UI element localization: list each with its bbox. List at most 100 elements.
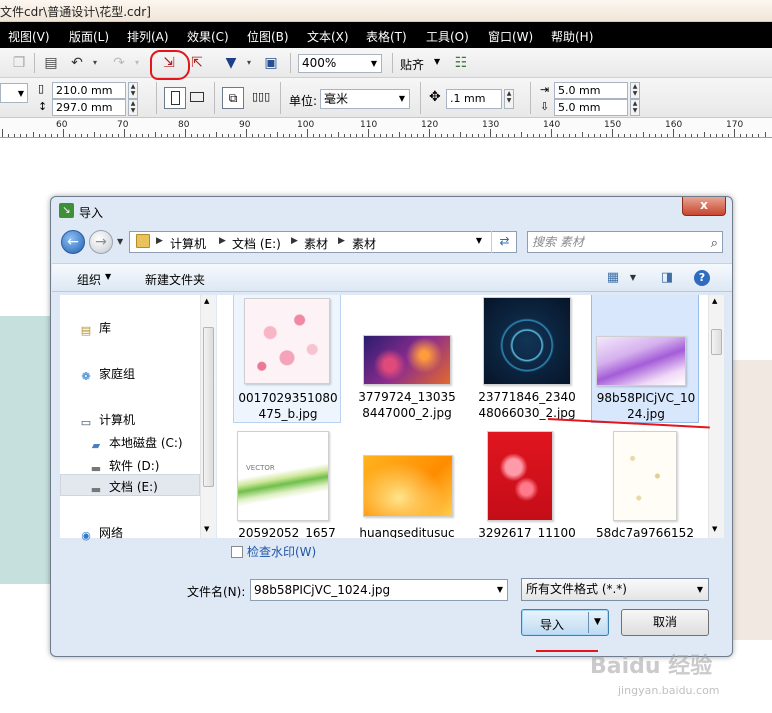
scroll-down-icon[interactable]: ▼ (204, 525, 209, 533)
search-input[interactable]: 搜索 素材 ⌕ (527, 231, 723, 253)
menu-tools[interactable]: 工具(O) (426, 28, 469, 45)
chevron-down-icon[interactable]: ▼ (434, 57, 440, 66)
new-folder-button[interactable]: 新建文件夹 (145, 271, 205, 288)
menu-view[interactable]: 视图(V) (8, 28, 50, 45)
breadcrumb-arrow-icon[interactable]: ▶ (291, 236, 298, 246)
nav-scrollbar[interactable]: ▲ ▼ (200, 295, 216, 538)
nav-item-drive-e[interactable]: ▬ 文档 (E:) (88, 478, 158, 497)
filename-label: 文件名(N): (187, 585, 246, 599)
scroll-down-icon[interactable]: ▼ (712, 525, 717, 533)
redo-dropdown-icon[interactable]: ▾ (128, 54, 146, 72)
duplicate-x-spinner[interactable]: ▲ ▼ (630, 82, 640, 99)
close-button[interactable]: x (682, 197, 726, 216)
width-spinner[interactable]: ▲ ▼ (128, 82, 138, 99)
landscape-icon[interactable] (190, 92, 204, 102)
file-item-selected[interactable]: 98b58PICjVC_10 24.jpg (591, 295, 699, 423)
height-spinner[interactable]: ▲ ▼ (128, 99, 138, 116)
menu-table[interactable]: 表格(T) (366, 28, 407, 45)
undo-icon[interactable]: ↶ (68, 54, 86, 72)
check-watermark-checkbox[interactable]: 检查水印(W) (231, 543, 316, 560)
portrait-button[interactable] (164, 87, 186, 109)
breadcrumb-drive-e[interactable]: 文档 (E:) (232, 235, 281, 252)
options-icon[interactable]: ☷ (452, 54, 470, 72)
organize-button[interactable]: 组织 (77, 271, 101, 288)
back-button[interactable]: ← (61, 230, 85, 254)
unit-select[interactable]: 毫米 ▼ (320, 89, 410, 109)
scroll-up-icon[interactable]: ▲ (712, 297, 717, 305)
publish-dropdown-icon[interactable]: ▾ (240, 54, 258, 72)
nav-item-homegroup[interactable]: ❁ 家庭组 (78, 365, 135, 384)
cancel-button[interactable]: 取消 (621, 609, 709, 636)
file-item[interactable]: 3292617_11100 (473, 431, 581, 538)
current-page-icon[interactable]: ▯▯▯ (252, 90, 270, 103)
scrollbar-thumb[interactable] (203, 327, 214, 487)
zoom-select[interactable]: 400% ▼ (298, 54, 382, 73)
undo-dropdown-icon[interactable]: ▾ (86, 54, 104, 72)
address-bar[interactable]: ▶ 计算机 ▶ 文档 (E:) ▶ 素材 ▶ 素材 ▼ (129, 231, 517, 253)
paper-type-select[interactable]: ▼ (0, 83, 28, 103)
file-item[interactable]: 0017029351080 475_b.jpg (233, 295, 341, 423)
ruler-tick (93, 132, 95, 137)
file-type-select[interactable]: 所有文件格式 (*.*) ▼ (521, 578, 709, 601)
menu-window[interactable]: 窗口(W) (488, 28, 533, 45)
nudge-field[interactable]: .1 mm (446, 89, 502, 109)
file-item[interactable]: 58dc7a9766152 (591, 431, 699, 538)
file-item[interactable]: 23771846_2340 48066030_2.jpg (473, 295, 581, 423)
ruler-tick (746, 134, 748, 137)
duplicate-y-field[interactable]: 5.0 mm (554, 99, 628, 116)
scrollbar-thumb[interactable] (711, 329, 722, 355)
copy-icon[interactable]: ❐ (10, 54, 28, 72)
paste-icon[interactable]: ▤ (42, 54, 60, 72)
scroll-up-icon[interactable]: ▲ (204, 297, 209, 305)
forward-button[interactable]: → (89, 230, 113, 254)
nav-item-drive-c[interactable]: ▰ 本地磁盘 (C:) (88, 434, 183, 453)
breadcrumb-arrow-icon[interactable]: ▶ (219, 236, 226, 246)
filename-input[interactable]: 98b58PICjVC_1024.jpg ▼ (250, 579, 508, 601)
breadcrumb-folder[interactable]: 素材 (304, 235, 328, 252)
breadcrumb-arrow-icon[interactable]: ▶ (338, 236, 345, 246)
refresh-button[interactable]: ⇄ (491, 231, 517, 253)
ruler-tick (75, 134, 77, 137)
chevron-down-icon[interactable]: ▼ (105, 272, 111, 281)
application-launcher-icon[interactable]: ▣ (262, 54, 280, 72)
menu-effects[interactable]: 效果(C) (187, 28, 229, 45)
all-pages-icon[interactable]: ⧉ (222, 87, 244, 109)
chevron-down-icon[interactable]: ▼ (497, 580, 503, 600)
file-list-scrollbar[interactable]: ▲ ▼ (708, 295, 724, 538)
breadcrumb-subfolder[interactable]: 素材 (352, 235, 376, 252)
nudge-spinner[interactable]: ▲ ▼ (504, 89, 514, 109)
menu-text[interactable]: 文本(X) (307, 28, 349, 45)
thumbnail-caption: VECTOR (246, 464, 275, 472)
nav-item-library[interactable]: ▤ 库 (78, 319, 111, 338)
menu-bitmaps[interactable]: 位图(B) (247, 28, 289, 45)
help-icon[interactable]: ? (694, 270, 710, 286)
nav-item-network[interactable]: ◉ 网络 (78, 524, 123, 543)
preview-pane-icon[interactable]: ◨ (658, 269, 676, 287)
file-item[interactable]: huangseditusuc (353, 431, 461, 538)
ruler-tick (178, 134, 180, 137)
menu-arrange[interactable]: 排列(A) (127, 28, 169, 45)
duplicate-y-spinner[interactable]: ▲ ▼ (630, 99, 640, 116)
recent-locations-dropdown[interactable]: ▼ (117, 237, 123, 246)
nav-item-computer[interactable]: ▭ 计算机 (78, 411, 135, 430)
menu-layout[interactable]: 版面(L) (69, 28, 109, 45)
file-item[interactable]: VECTOR 20592052_1657 (233, 431, 341, 538)
import-button[interactable]: 导入 ▼ (521, 609, 609, 636)
duplicate-x-field[interactable]: 5.0 mm (554, 82, 628, 99)
publish-icon[interactable]: ▼ (222, 54, 240, 72)
menu-help[interactable]: 帮助(H) (551, 28, 593, 45)
chevron-down-icon[interactable]: ▼ (594, 617, 601, 627)
chevron-down-icon[interactable]: ▼ (476, 236, 482, 245)
file-item[interactable]: 3779724_13035 8447000_2.jpg (353, 295, 461, 423)
view-options-icon[interactable]: ▦ (604, 269, 622, 287)
redo-icon[interactable]: ↷ (110, 54, 128, 72)
breadcrumb-computer[interactable]: 计算机 (170, 235, 206, 252)
chevron-down-icon[interactable]: ▼ (624, 269, 642, 287)
ruler-tick (703, 132, 705, 137)
horizontal-ruler[interactable]: 60 70 80 90 100 110 120 130 140 150 160 … (0, 118, 772, 138)
page-width-field[interactable]: 210.0 mm (52, 82, 126, 99)
snap-to-label[interactable]: 贴齐 (400, 56, 424, 73)
export-icon[interactable]: ⇱ (188, 54, 206, 72)
page-height-field[interactable]: 297.0 mm (52, 99, 126, 116)
breadcrumb-arrow-icon[interactable]: ▶ (156, 236, 163, 246)
